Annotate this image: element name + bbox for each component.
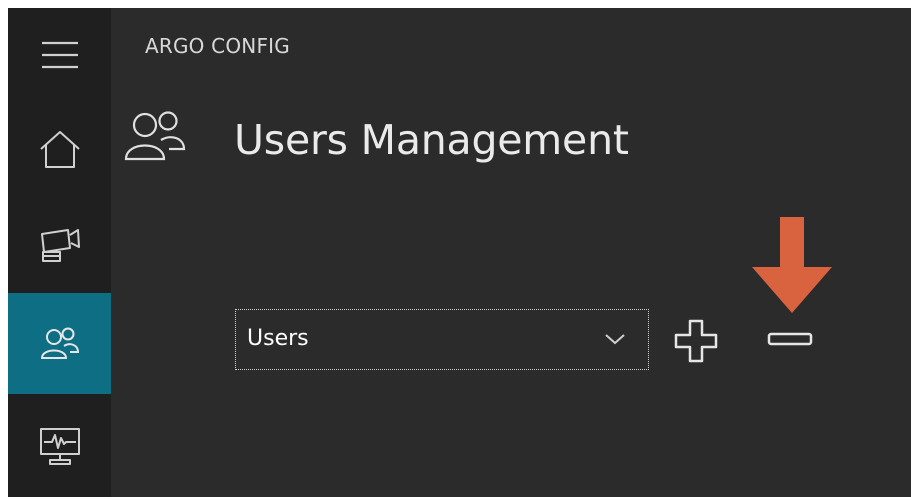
- chevron-down-icon: [605, 334, 625, 345]
- sidebar: [8, 8, 111, 497]
- camera-icon: [40, 229, 80, 262]
- menu-button[interactable]: [8, 8, 111, 101]
- select-value: Users: [247, 326, 309, 351]
- users-select[interactable]: Users: [235, 309, 649, 370]
- sidebar-item-monitor[interactable]: [8, 394, 111, 497]
- users-icon: [40, 327, 79, 359]
- arrow-down-icon: [752, 217, 832, 313]
- monitor-icon: [39, 427, 80, 465]
- sidebar-item-home[interactable]: [8, 101, 111, 197]
- home-icon: [39, 131, 80, 168]
- sidebar-item-cameras[interactable]: [8, 197, 111, 293]
- users-icon: [124, 111, 186, 161]
- minus-icon: [767, 332, 813, 346]
- page-title: Users Management: [234, 116, 629, 164]
- app-title: ARGO CONFIG: [145, 34, 290, 58]
- add-user-button[interactable]: [672, 317, 720, 365]
- remove-user-button[interactable]: [766, 330, 814, 350]
- plus-icon: [674, 319, 718, 363]
- sidebar-item-users[interactable]: [8, 293, 111, 394]
- hamburger-icon: [41, 41, 78, 68]
- app-window: ARGO CONFIG Users Management Users: [8, 8, 911, 497]
